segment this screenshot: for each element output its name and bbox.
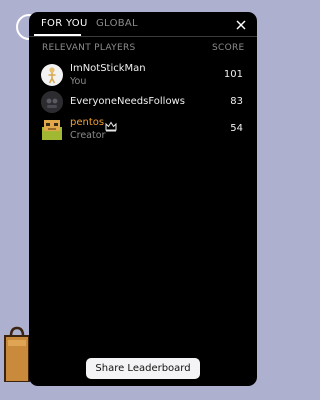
share-leaderboard-button[interactable]: Share Leaderboard (86, 358, 200, 379)
player-score: 101 (223, 69, 243, 80)
player-score: 83 (230, 96, 243, 107)
leaderboard-row[interactable]: ImNotStickMan You 101 (29, 60, 257, 90)
player-name: ImNotStickMan (70, 63, 146, 74)
tab-bar: FOR YOU GLOBAL (29, 12, 257, 37)
player-subtitle: Creator (70, 130, 106, 141)
dark-avatar (41, 91, 63, 113)
close-icon[interactable] (234, 17, 248, 31)
column-header-score: SCORE (212, 43, 245, 53)
shopping-bag-icon (2, 326, 32, 386)
leaderboard-row[interactable]: EveryoneNeedsFollows 83 (29, 87, 257, 117)
active-tab-indicator (34, 34, 81, 36)
leaderboard-panel: FOR YOU GLOBAL RELEVANT PLAYERS SCORE Im… (29, 12, 257, 386)
player-score: 54 (230, 123, 243, 134)
tab-global[interactable]: GLOBAL (96, 18, 138, 30)
leaderboard-row[interactable]: pentos Creator 54 (29, 114, 257, 144)
player-name: EveryoneNeedsFollows (70, 96, 185, 107)
column-header-players: RELEVANT PLAYERS (42, 43, 136, 53)
player-name: pentos (70, 117, 105, 128)
tab-for-you[interactable]: FOR YOU (41, 18, 88, 30)
character-avatar (41, 118, 63, 140)
crown-icon (105, 117, 117, 136)
stickman-avatar (41, 64, 63, 86)
